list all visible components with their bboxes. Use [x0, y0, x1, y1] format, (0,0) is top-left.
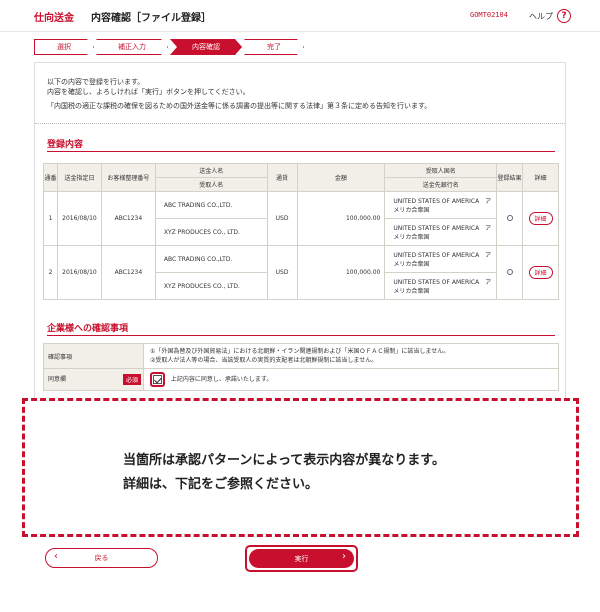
confirm-section-title: 企業様への確認事項 [47, 324, 129, 334]
cell-sender: ABC TRADING CO.,LTD. [154, 245, 268, 273]
detail-button[interactable]: 詳細 [528, 212, 553, 225]
agree-checkbox[interactable] [150, 372, 165, 387]
cell-detail: 詳細 [522, 245, 559, 300]
execute-button-label: 実行 [294, 554, 309, 563]
page-title: 内容確認［ファイル登録］ [91, 13, 211, 24]
cell-result [496, 191, 524, 246]
cell-result [496, 245, 524, 300]
section-underline [47, 335, 555, 336]
cell-country: UNITED STATES OF AMERICA アメリカ合衆国 [384, 191, 498, 219]
cell-detail: 詳細 [522, 191, 559, 246]
confirm-items-label: 確認事項 [43, 343, 144, 369]
confirm-item-1: ①「外国為替及び外国貿易法」における北朝鮮・イラン関連規制および「米国ＯＦＡＣ規… [150, 348, 450, 355]
cell-no: 2 [43, 245, 58, 300]
cell-country: UNITED STATES OF AMERICA アメリカ合衆国 [384, 245, 498, 273]
step-select: 選択 [34, 39, 94, 55]
help-label: ヘルプ [529, 11, 553, 21]
cell-currency: USD [266, 245, 298, 300]
confirm-item-2: ②受取人が法人等の場合、当該受取人の実質的支配者は北朝鮮規制に該当しません。 [150, 357, 378, 364]
cell-bank: UNITED STATES OF AMERICA アメリカ合衆国 [384, 272, 498, 300]
intro-law-notice: 「内国税の適正な課税の確保を図るための国外送金等に係る調書の提出等に関する法律」… [47, 102, 432, 110]
step-confirm: 内容確認 [170, 39, 242, 55]
service-name: 仕向送金 [34, 13, 74, 24]
registration-section-title: 登録内容 [47, 140, 84, 150]
cell-receiver: XYZ PRODUCES CO., LTD. [154, 272, 268, 300]
agree-label-cell: 同意欄 必須 [43, 368, 144, 391]
help-icon: ? [557, 9, 571, 23]
col-amount: 金額 [296, 163, 386, 192]
registration-table: 通番 送金指定日 お客様整理番号 送金人名 通貨 金額 受取人国名 登録結果 詳… [43, 163, 559, 300]
agree-text: 上記内容に同意し、承諾いたします。 [170, 376, 273, 383]
confirm-items: ①「外国為替及び外国貿易法」における北朝鮮・イラン関連規制および「米国ＯＦＡＣ規… [143, 343, 559, 369]
table-row: 2 2016/08/10 ABC1234 ABC TRADING CO.,LTD… [43, 245, 559, 300]
step-complete: 完了 [244, 39, 304, 55]
notice-box: 当箇所は承認パターンによって表示内容が異なります。 詳細は、下記をご参照ください… [22, 398, 579, 537]
col-detail: 詳細 [522, 163, 559, 192]
confirm-table: 確認事項 ①「外国為替及び外国貿易法」における北朝鮮・イラン関連規制および「米国… [43, 343, 559, 391]
notice-line-1: 当箇所は承認パターンによって表示内容が異なります。 [123, 453, 446, 468]
agree-label: 同意欄 [48, 376, 67, 383]
chevron-right-icon: › [342, 551, 346, 562]
intro-line-1: 以下の内容で登録を行います。 [47, 78, 145, 86]
cell-sender: ABC TRADING CO.,LTD. [154, 191, 268, 219]
checkmark-icon [153, 375, 162, 384]
agree-row: 同意欄 必須 上記内容に同意し、承諾いたします。 [43, 368, 559, 391]
intro-text: 以下の内容で登録を行います。 内容を確認し、よろしければ「実行」ボタンを押してく… [47, 77, 431, 111]
cell-date: 2016/08/10 [56, 191, 102, 246]
col-ref: お客様整理番号 [100, 163, 156, 192]
divider [35, 123, 565, 124]
help-link[interactable]: ヘルプ ? [529, 9, 571, 23]
col-sender: 送金人名 [154, 163, 268, 178]
col-receiver: 受取人名 [154, 177, 268, 192]
progress-steps: 選択 補正入力 内容確認 完了 [34, 39, 306, 55]
col-country: 受取人国名 [384, 163, 498, 178]
section-underline [47, 151, 555, 152]
cell-ref: ABC1234 [100, 245, 156, 300]
execute-button[interactable]: 実行 › [249, 549, 354, 568]
cell-no: 1 [43, 191, 58, 246]
confirm-row: 確認事項 ①「外国為替及び外国貿易法」における北朝鮮・イラン関連規制および「米国… [43, 343, 559, 369]
cell-ref: ABC1234 [100, 191, 156, 246]
col-currency: 通貨 [266, 163, 298, 192]
cell-amount: 100,000.00 [296, 245, 386, 300]
agree-cell: 上記内容に同意し、承諾いたします。 [143, 368, 559, 391]
main-panel: 以下の内容で登録を行います。 内容を確認し、よろしければ「実行」ボタンを押してく… [34, 62, 566, 399]
execute-button-highlight: 実行 › [245, 545, 358, 572]
col-bank: 送金先銀行名 [384, 177, 498, 192]
cell-bank: UNITED STATES OF AMERICA アメリカ合衆国 [384, 218, 498, 246]
col-date: 送金指定日 [56, 163, 102, 192]
intro-line-2: 内容を確認し、よろしければ「実行」ボタンを押してください。 [47, 88, 250, 96]
chevron-left-icon: ‹ [54, 551, 58, 562]
screen-code: GOMT02104 [470, 11, 508, 19]
cell-receiver: XYZ PRODUCES CO., LTD. [154, 218, 268, 246]
table-row: 1 2016/08/10 ABC1234 ABC TRADING CO.,LTD… [43, 191, 559, 246]
cell-currency: USD [266, 191, 298, 246]
notice-line-2: 詳細は、下記をご参照ください。 [123, 477, 319, 492]
col-result: 登録結果 [496, 163, 524, 192]
cell-date: 2016/08/10 [56, 245, 102, 300]
cell-amount: 100,000.00 [296, 191, 386, 246]
result-circle-icon [506, 214, 513, 221]
required-badge: 必須 [122, 374, 141, 385]
result-circle-icon [506, 268, 513, 275]
col-no: 通番 [43, 163, 58, 192]
step-correction-input: 補正入力 [96, 39, 168, 55]
back-button-label: 戻る [94, 554, 109, 562]
detail-button[interactable]: 詳細 [528, 266, 553, 279]
app-header: 仕向送金 内容確認［ファイル登録］ GOMT02104 ヘルプ ? [0, 0, 600, 32]
back-button[interactable]: ‹ 戻る [45, 548, 158, 568]
